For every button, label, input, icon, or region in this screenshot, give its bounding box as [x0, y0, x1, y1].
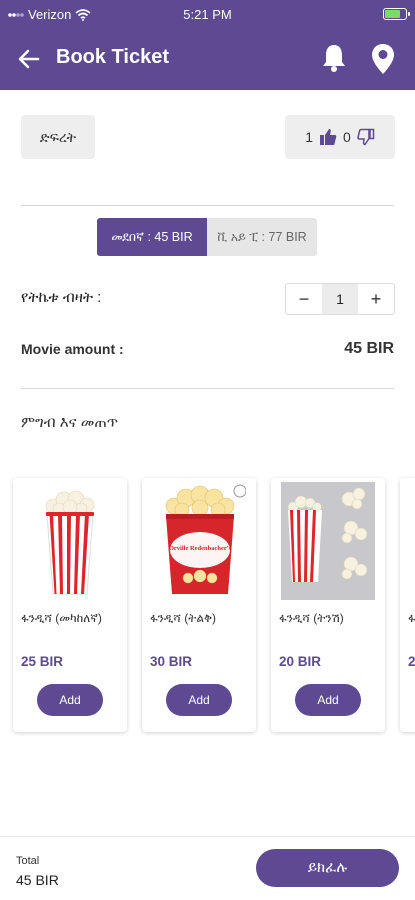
- likes-count: 1: [305, 129, 313, 145]
- product-card[interactable]: ፋንዲሻ (ትንሽ) 20 BIR Add: [271, 478, 385, 732]
- notification-bell-icon[interactable]: [320, 42, 348, 74]
- product-card[interactable]: ፋንዲሻ (መካከለኛ) 25 BIR Add: [13, 478, 127, 732]
- product-price: 20 BIR: [279, 654, 322, 669]
- genre-chip: ድፍረት: [21, 115, 95, 159]
- page-title: Book Ticket: [56, 46, 169, 68]
- back-arrow-icon[interactable]: [14, 44, 44, 74]
- battery-icon: [383, 8, 410, 20]
- orville-popcorn-bucket-image: Orville Redenbacher's: [165, 484, 246, 594]
- seat-type-vip-tab[interactable]: ቪ አይ ፒ : 77 BIR: [207, 218, 317, 256]
- total-label: Total: [16, 855, 40, 867]
- increment-button[interactable]: +: [358, 284, 394, 314]
- product-name: ፋንዲሻ (ትልቅ): [150, 611, 217, 625]
- add-button[interactable]: Add: [295, 684, 361, 716]
- product-carousel[interactable]: ፋንዲሻ (መካከለኛ) 25 BIR Add Orville Redenbac…: [0, 470, 415, 740]
- thumbs-up-icon[interactable]: [319, 128, 337, 146]
- divider: [21, 388, 394, 389]
- ticket-quantity-label: የትኬቱ ብዛት :: [21, 289, 102, 306]
- checkout-footer: Total 45 BIR ይክፈሉ: [0, 836, 415, 900]
- movie-amount-value: 45 BIR: [344, 340, 394, 357]
- popcorn-small-image: [281, 482, 375, 600]
- product-brand: Orville Redenbacher's: [169, 545, 232, 552]
- product-name: ፋንዲሻ (ትንሽ): [279, 611, 344, 625]
- seat-type-regular-tab[interactable]: መደበኛ : 45 BIR: [97, 218, 207, 256]
- popcorn-bucket-image: [45, 490, 95, 595]
- add-button[interactable]: Add: [37, 684, 103, 716]
- thumbs-down-icon[interactable]: [357, 128, 375, 146]
- product-name: ፋንዲሻ (መካከለኛ): [21, 611, 102, 625]
- quantity-stepper: − 1 +: [285, 283, 395, 315]
- add-button[interactable]: Add: [166, 684, 232, 716]
- pay-button[interactable]: ይክፈሉ: [256, 849, 399, 887]
- rating-chip: 1 0: [285, 115, 395, 159]
- dislikes-count: 0: [343, 129, 351, 145]
- quantity-value: 1: [322, 284, 358, 314]
- movie-amount-label: Movie amount :: [21, 341, 124, 357]
- divider: [21, 205, 394, 206]
- product-card[interactable]: Orville Redenbacher's ፋንዲሻ (ትልቅ) 30 BIR …: [142, 478, 256, 732]
- decrement-button[interactable]: −: [286, 284, 322, 314]
- clock: 5:21 PM: [183, 7, 232, 22]
- app-bar: Book Ticket: [0, 28, 415, 90]
- product-name: ፋ: [408, 611, 415, 625]
- product-card[interactable]: ፋ 2: [400, 478, 415, 732]
- total-value: 45 BIR: [16, 872, 59, 888]
- product-price: 25 BIR: [21, 654, 64, 669]
- product-price: 30 BIR: [150, 654, 193, 669]
- status-bar: Verizon 5:21 PM: [0, 0, 415, 28]
- food-section-title: ምግብ እና መጠጥ: [21, 414, 119, 431]
- product-price: 2: [408, 654, 415, 669]
- location-pin-icon[interactable]: [370, 42, 396, 76]
